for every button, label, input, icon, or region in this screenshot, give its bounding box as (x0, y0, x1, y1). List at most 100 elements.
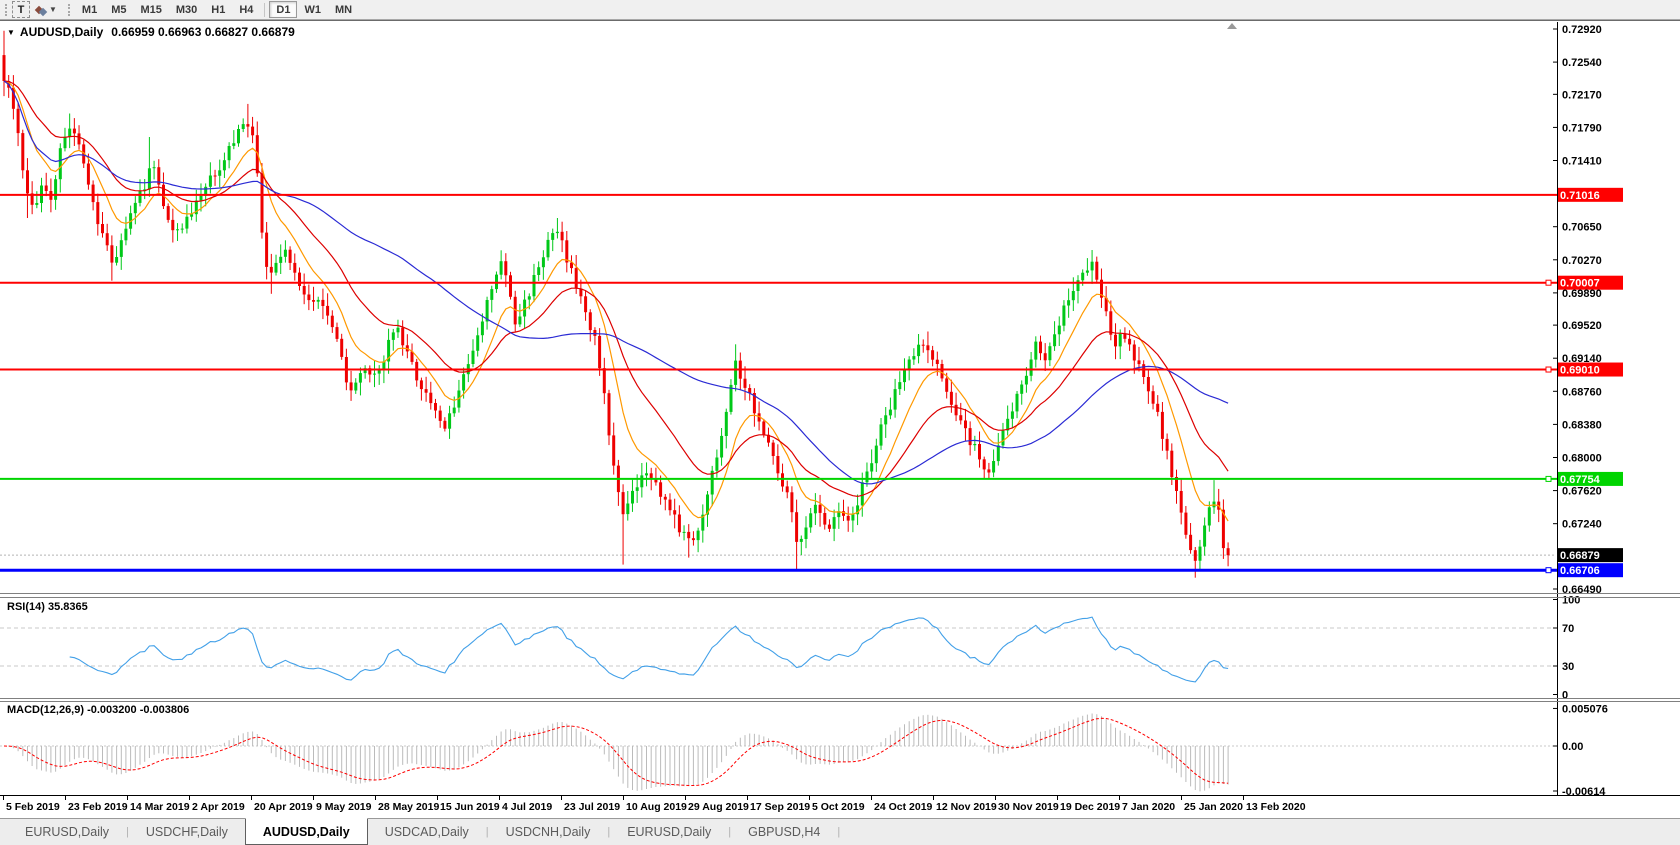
price-axis-tick: 0.72920 (1562, 24, 1602, 36)
timeframe-button-h4[interactable]: H4 (232, 1, 260, 18)
timeframe-button-m1[interactable]: M1 (75, 1, 104, 18)
macd-histogram (4, 714, 1228, 792)
macd-signal-line (4, 718, 1228, 785)
timeframe-button-m5[interactable]: M5 (104, 1, 133, 18)
date-axis-label: 9 May 2019 (316, 801, 372, 813)
price-axis-tick: 0.70650 (1562, 222, 1602, 234)
date-axis-label: 24 Oct 2019 (874, 801, 933, 813)
chart-tab-usdcnh-daily[interactable]: USDCNH,Daily (489, 819, 608, 845)
chart-symbol-label: AUDUSD,Daily (20, 25, 103, 39)
chart-tab-gbpusd-h4[interactable]: GBPUSD,H4 (731, 819, 837, 845)
date-axis-label: 14 Mar 2019 (130, 801, 190, 813)
price-line-label-text: 0.67754 (1560, 474, 1601, 486)
macd-axis-tick: 0.00 (1562, 741, 1583, 753)
chart-tab-eurusd-daily[interactable]: EURUSD,Daily (610, 819, 728, 845)
price-axis-tick: 0.72540 (1562, 57, 1602, 69)
date-axis-label: 12 Nov 2019 (936, 801, 997, 813)
text-tool-button[interactable]: T (12, 1, 30, 18)
mt4-window: { "toolbar": { "text_tool_label": "T", "… (0, 0, 1680, 845)
chart-tab-eurusd-daily[interactable]: EURUSD,Daily (8, 819, 126, 845)
date-axis-label: 30 Nov 2019 (998, 801, 1059, 813)
timeframe-button-d1[interactable]: D1 (269, 1, 297, 18)
styles-tool-button[interactable]: ▼ (30, 0, 63, 19)
timeframe-button-m30[interactable]: M30 (169, 1, 204, 18)
timeframe-button-w1[interactable]: W1 (297, 1, 328, 18)
chart-title[interactable]: ▼ AUDUSD,Daily 0.66959 0.66963 0.66827 0… (7, 25, 295, 39)
line-handle[interactable] (1546, 367, 1551, 372)
macd-axis-tick: -0.00614 (1562, 786, 1606, 798)
macd-pane-label: MACD(12,26,9) -0.003200 -0.003806 (7, 704, 189, 716)
line-handle[interactable] (1546, 476, 1551, 481)
date-axis-label: 2 Apr 2019 (192, 801, 245, 813)
price-line-label-text: 0.69010 (1560, 365, 1600, 377)
price-axis-tick: 0.67620 (1562, 486, 1602, 498)
date-axis-label: 25 Jan 2020 (1184, 801, 1243, 813)
chart-shift-marker[interactable] (1227, 23, 1237, 29)
date-axis-label: 17 Sep 2019 (750, 801, 810, 813)
date-axis-label: 19 Dec 2019 (1060, 801, 1120, 813)
date-axis-label: 15 Jun 2019 (440, 801, 500, 813)
line-handle[interactable] (1546, 568, 1551, 573)
current-price-label-text: 0.66879 (1560, 550, 1600, 562)
toolbar-separator (264, 3, 265, 17)
line-handle[interactable] (1546, 280, 1551, 285)
rsi-pane[interactable] (0, 617, 1556, 682)
price-axis-tick: 0.68760 (1562, 386, 1602, 398)
price-axis-tick: 0.69890 (1562, 288, 1602, 300)
chart-area[interactable]: 0.710160.700070.690100.677540.667060.668… (0, 0, 1680, 845)
timeframe-button-h1[interactable]: H1 (204, 1, 232, 18)
price-line-label-text: 0.66706 (1560, 565, 1600, 577)
macd-pane[interactable] (0, 714, 1556, 792)
macd-indicator-name: MACD(12,26,9) (7, 704, 84, 716)
rsi-pane-label: RSI(14) 35.8365 (7, 601, 88, 613)
rsi-axis-tick: 100 (1562, 595, 1580, 607)
main-price-pane[interactable] (0, 31, 1556, 578)
moving-average-25 (4, 81, 1228, 496)
rsi-axis-tick: 70 (1562, 623, 1574, 635)
price-axis-tick: 0.71790 (1562, 122, 1602, 134)
rsi-line (70, 617, 1228, 682)
macd-axis-tick: 0.005076 (1562, 703, 1608, 715)
price-axis-tick: 0.72170 (1562, 89, 1602, 101)
tab-separator: | (837, 819, 840, 845)
rsi-indicator-name: RSI(14) (7, 601, 45, 613)
price-line-label-text: 0.71016 (1560, 190, 1600, 202)
date-axis-label: 10 Aug 2019 (626, 801, 687, 813)
main-toolbar: T ▼ M1M5M15M30H1H4 D1W1MN (0, 0, 1680, 19)
toolbar-grip[interactable] (68, 4, 70, 16)
price-axis-tick: 0.68000 (1562, 452, 1602, 464)
chart-tab-usdchf-daily[interactable]: USDCHF,Daily (129, 819, 245, 845)
date-axis-label: 20 Apr 2019 (254, 801, 313, 813)
chart-tab-audusd-daily[interactable]: AUDUSD,Daily (245, 818, 368, 845)
rsi-indicator-value: 35.8365 (48, 601, 88, 613)
price-axis-tick: 0.68380 (1562, 419, 1602, 431)
timeframes-toolbar: M1M5M15M30H1H4 D1W1MN (75, 1, 359, 18)
moving-average-10 (4, 81, 1228, 521)
date-axis-label: 23 Feb 2019 (68, 801, 128, 813)
price-axis-tick: 0.69520 (1562, 320, 1602, 332)
price-axis-tick: 0.71410 (1562, 156, 1602, 168)
date-axis-label: 29 Aug 2019 (688, 801, 749, 813)
date-axis-label: 23 Jul 2019 (564, 801, 620, 813)
timeframe-button-m15[interactable]: M15 (133, 1, 168, 18)
chevron-down-icon: ▼ (49, 5, 57, 14)
toolbar-grip[interactable] (5, 4, 7, 16)
price-axis-tick: 0.69140 (1562, 353, 1602, 365)
date-axis-label: 28 May 2019 (378, 801, 439, 813)
chart-ohlc-values: 0.66959 0.66963 0.66827 0.66879 (111, 25, 295, 39)
symbol-dropdown-icon[interactable]: ▼ (7, 28, 15, 37)
candles-layer (3, 31, 1230, 578)
rsi-axis-tick: 30 (1562, 661, 1574, 673)
date-axis-label: 7 Jan 2020 (1122, 801, 1175, 813)
date-axis-label: 4 Jul 2019 (502, 801, 552, 813)
rsi-axis-tick: 0 (1562, 690, 1568, 702)
diamond-icon (39, 8, 47, 16)
timeframe-button-mn[interactable]: MN (328, 1, 359, 18)
chart-tab-usdcad-daily[interactable]: USDCAD,Daily (368, 819, 486, 845)
price-axis-tick: 0.67240 (1562, 519, 1602, 531)
date-axis-label: 13 Feb 2020 (1246, 801, 1306, 813)
chart-tabs-bar: EURUSD,Daily|USDCHF,DailyAUDUSD,DailyUSD… (0, 818, 1680, 845)
date-axis-label: 5 Feb 2019 (6, 801, 60, 813)
price-axis-tick: 0.70270 (1562, 255, 1602, 267)
macd-indicator-values: -0.003200 -0.003806 (87, 704, 189, 716)
